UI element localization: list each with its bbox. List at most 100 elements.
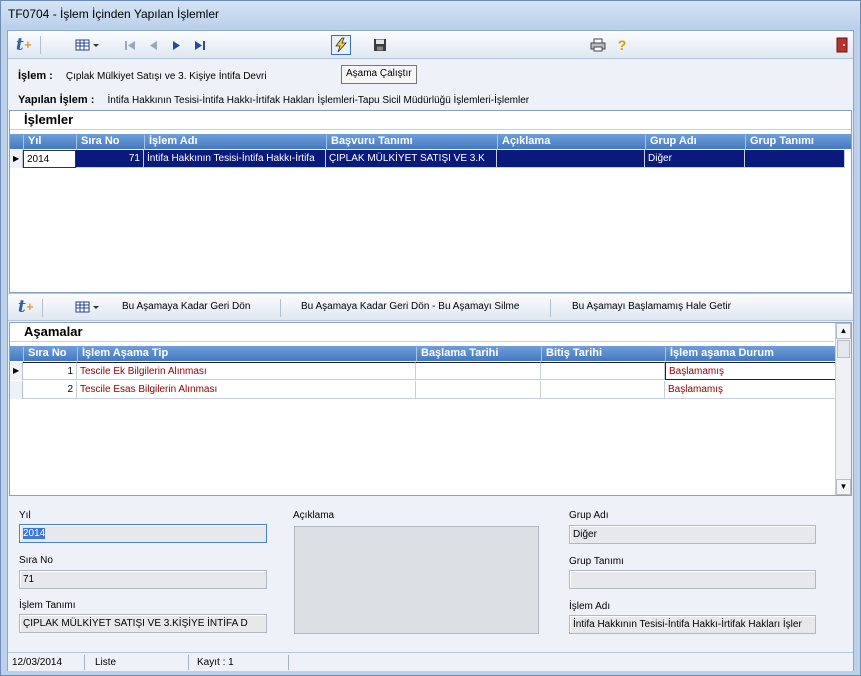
cell-grup-adi[interactable]: Diğer: [645, 150, 745, 168]
previous-record-icon[interactable]: [143, 35, 163, 55]
row-indicator-icon: ▶: [10, 362, 23, 380]
col-islem-adi[interactable]: İşlem Adı: [144, 135, 325, 150]
sira-no-label: Sıra No: [19, 555, 53, 566]
status-record-count: Kayıt : 1: [197, 657, 234, 668]
print-icon[interactable]: [588, 35, 608, 55]
col-grup-tanimi[interactable]: Grup Tanımı: [745, 135, 845, 150]
client-area: t + ? Aşama Çalıştır İşlem: Çıplak Mülk…: [7, 30, 854, 671]
cell-bitis-tarihi[interactable]: [541, 381, 665, 399]
table-row[interactable]: ▶ 1 Tescile Ek Bilgilerin Alınması Başla…: [10, 362, 836, 380]
save-icon[interactable]: [370, 35, 390, 55]
first-record-icon[interactable]: [120, 35, 140, 55]
cell-yil[interactable]: 2014: [23, 150, 76, 168]
asamalar-header: Sıra No İşlem Aşama Tip Başlama Tarihi B…: [10, 346, 836, 362]
main-toolbar: t + ?: [8, 31, 853, 59]
islemler-header: Yıl Sıra No İşlem Adı Başvuru Tanımı Açı…: [10, 134, 851, 150]
cell-asama-durum[interactable]: Başlamamış: [665, 381, 836, 399]
geri-don-sil-button[interactable]: Bu Aşamaya Kadar Geri Dön - Bu Aşamayı S…: [301, 301, 519, 312]
cell-aciklama[interactable]: [497, 150, 645, 168]
scroll-up-icon[interactable]: ▲: [836, 323, 851, 339]
cell-sira-no[interactable]: 71: [76, 150, 144, 168]
run-stage-tooltip: Aşama Çalıştır: [341, 65, 417, 84]
yapilan-islem-row: Yapılan İşlem : İntifa Hakkının Tesisi-İ…: [18, 94, 529, 106]
app-logo-icon: t +: [15, 35, 33, 55]
table-row[interactable]: 2 Tescile Esas Bilgilerin Alınması Başla…: [10, 381, 836, 399]
stage-toolbar: t + Bu Aşamaya Kadar Geri Dön Bu Aşamaya …: [8, 293, 853, 321]
islem-tanimi-label: İşlem Tanımı: [19, 600, 76, 611]
cell-sira-no[interactable]: 1: [23, 362, 77, 380]
status-mode: Liste: [95, 657, 117, 668]
cell-bitis-tarihi[interactable]: [541, 362, 665, 380]
row-indicator: [10, 381, 23, 399]
detail-form: Yıl 2014 Sıra No 71 İşlem Tanımı ÇIPLAK …: [8, 496, 853, 651]
col-aciklama[interactable]: Açıklama: [497, 135, 644, 150]
yil-value: 2014: [23, 528, 46, 539]
cell-asama-durum[interactable]: Başlamamış: [665, 362, 836, 380]
status-divider: [288, 655, 289, 670]
islem-value: Çıplak Mülkiyet Satışı ve 3. Kişiye İnti…: [65, 71, 267, 82]
toolbar-separator: [40, 36, 41, 54]
col-sira-no[interactable]: Sıra No: [23, 347, 76, 362]
asamalar-grid: Aşamalar Sıra No İşlem Aşama Tip Başlama…: [9, 322, 852, 496]
help-icon[interactable]: ?: [612, 35, 632, 55]
status-divider: [188, 655, 189, 670]
run-stage-lightning-icon[interactable]: [331, 35, 351, 55]
aciklama-label: Açıklama: [293, 510, 335, 521]
cell-grup-tanimi[interactable]: [745, 150, 845, 168]
logo-text: t: [15, 35, 24, 55]
next-record-icon[interactable]: [167, 35, 187, 55]
baslamamis-hale-getir-button[interactable]: Bu Aşamayı Başlamamış Hale Getir: [572, 301, 731, 312]
cell-asama-tip[interactable]: Tescile Ek Bilgilerin Alınması: [77, 362, 416, 380]
cell-asama-tip[interactable]: Tescile Esas Bilgilerin Alınması: [77, 381, 416, 399]
yil-label: Yıl: [19, 510, 31, 521]
window-title: TF0704 - İşlem İçinden Yapılan İşlemler: [8, 7, 219, 21]
col-sira-no[interactable]: Sıra No: [76, 135, 143, 150]
status-date: 12/03/2014: [12, 657, 63, 668]
aciklama-textarea[interactable]: [294, 526, 539, 634]
cell-sira-no[interactable]: 2: [23, 381, 77, 399]
yapilan-islem-label: Yapılan İşlem :: [18, 94, 95, 106]
row-indicator-icon: ▶: [10, 150, 23, 168]
islemler-grid: İşlemler Yıl Sıra No İşlem Adı Başvuru T…: [9, 110, 852, 293]
sira-no-field[interactable]: 71: [19, 570, 267, 589]
toolbar-separator: [280, 299, 281, 317]
logo-text: t: [17, 297, 26, 317]
cell-baslama-tarihi[interactable]: [416, 381, 541, 399]
islem-adi-field[interactable]: İntifa Hakkının Tesisi-İntifa Hakkı-İrti…: [569, 615, 816, 634]
col-bitis-tarihi[interactable]: Bitiş Tarihi: [541, 347, 664, 362]
last-record-icon[interactable]: [190, 35, 210, 55]
col-islem-asama-tip[interactable]: İşlem Aşama Tip: [77, 347, 415, 362]
grid-view-menu-icon[interactable]: [74, 297, 102, 317]
geri-don-button[interactable]: Bu Aşamaya Kadar Geri Dön: [122, 301, 250, 312]
grid-view-menu-icon[interactable]: [74, 35, 102, 55]
islem-adi-label: İşlem Adı: [569, 601, 611, 612]
col-yil[interactable]: Yıl: [23, 135, 75, 150]
col-basvuru-tanimi[interactable]: Başvuru Tanımı: [326, 135, 496, 150]
cell-baslama-tarihi[interactable]: [416, 362, 541, 380]
cell-basvuru-tanimi[interactable]: ÇIPLAK MÜLKİYET SATIŞI VE 3.K: [326, 150, 497, 168]
scroll-thumb[interactable]: [837, 340, 850, 358]
exit-door-icon[interactable]: [832, 35, 852, 55]
col-baslama-tarihi[interactable]: Başlama Tarihi: [416, 347, 540, 362]
status-bar: 12/03/2014 Liste Kayıt : 1: [8, 652, 853, 671]
operation-info-panel: İşlem : Çıplak Mülkiyet Satışı ve 3. Kiş…: [8, 60, 853, 110]
asamalar-caption: Aşamalar: [10, 323, 834, 342]
islem-label: İşlem :: [18, 70, 53, 82]
title-bar: TF0704 - İşlem İçinden Yapılan İşlemler: [1, 1, 860, 29]
asamalar-vertical-scrollbar[interactable]: ▲ ▼: [835, 323, 851, 495]
yil-field[interactable]: 2014: [19, 524, 267, 543]
islem-tanimi-field[interactable]: ÇIPLAK MÜLKİYET SATIŞI VE 3.KİŞİYE İNTİF…: [19, 614, 267, 633]
col-grup-adi[interactable]: Grup Adı: [645, 135, 744, 150]
grup-tanimi-field[interactable]: [569, 570, 816, 589]
islemler-caption: İşlemler: [10, 111, 851, 130]
status-divider: [84, 655, 85, 670]
grup-adi-label: Grup Adı: [569, 510, 609, 521]
col-islem-asama-durum[interactable]: İşlem aşama Durum: [665, 347, 836, 362]
islem-row: İşlem : Çıplak Mülkiyet Satışı ve 3. Kiş…: [18, 70, 267, 82]
grup-adi-field[interactable]: Diğer: [569, 525, 816, 544]
cell-islem-adi[interactable]: İntifa Hakkının Tesisi-İntifa Hakkı-İrti…: [144, 150, 326, 168]
scroll-down-icon[interactable]: ▼: [836, 479, 851, 495]
toolbar-separator: [42, 299, 43, 317]
table-row[interactable]: ▶ 2014 71 İntifa Hakkının Tesisi-İntifa …: [10, 150, 851, 168]
yapilan-islem-value: İntifa Hakkının Tesisi-İntifa Hakkı-İrti…: [107, 95, 530, 106]
